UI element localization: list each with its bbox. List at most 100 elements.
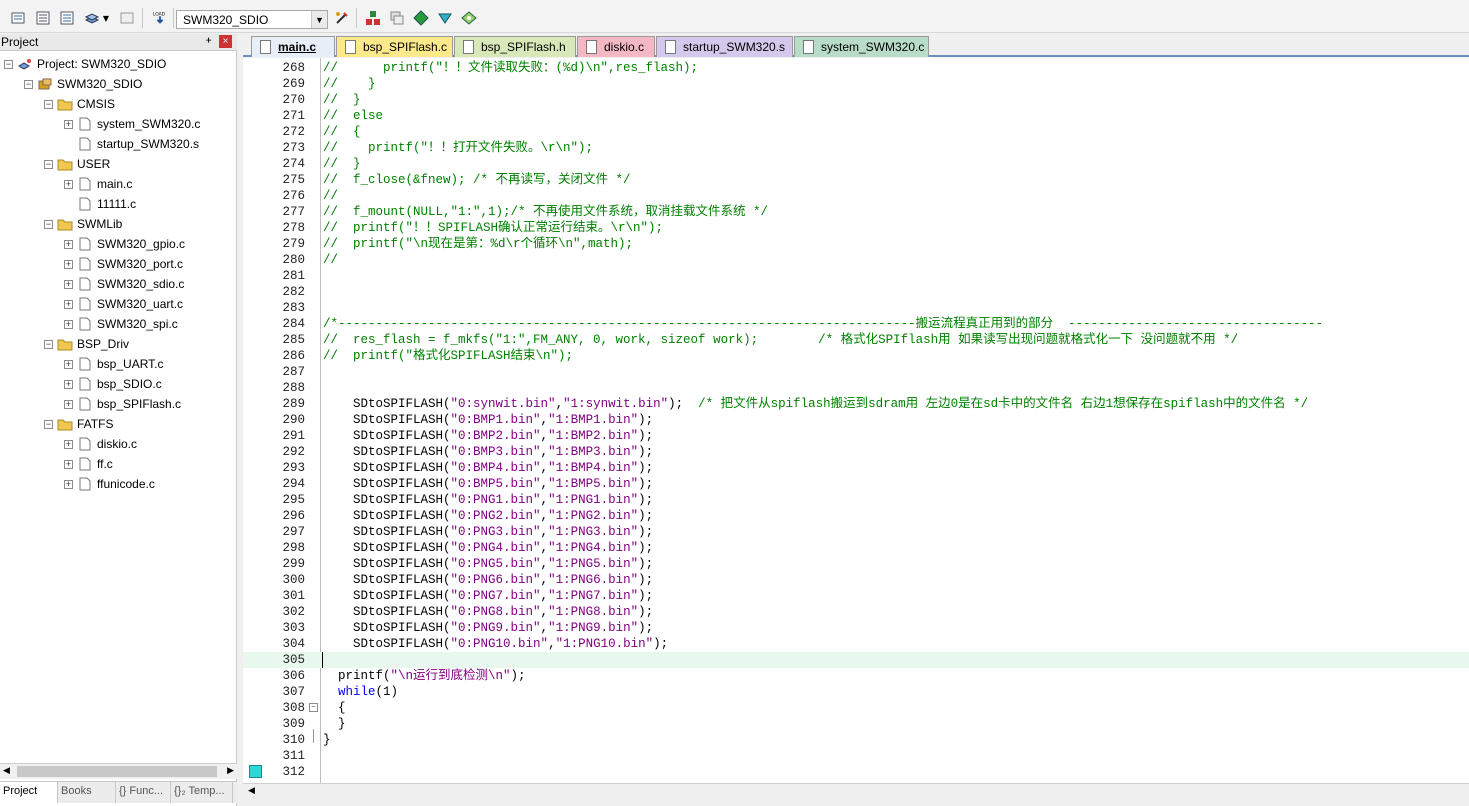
tree-item-file[interactable]: + bsp_SPIFlash.c: [64, 394, 181, 414]
code-line[interactable]: 281: [243, 268, 1469, 284]
expand-icon[interactable]: +: [64, 379, 73, 389]
tree-item-file[interactable]: + bsp_UART.c: [64, 354, 163, 374]
tree-item-folder[interactable]: − SWMLib: [44, 214, 122, 234]
code-line[interactable]: 295 SDtoSPIFLASH("0:PNG1.bin","1:PNG1.bi…: [243, 492, 1469, 508]
fold-toggle-icon[interactable]: −: [309, 703, 318, 712]
code-line[interactable]: 271 // else: [243, 108, 1469, 124]
download-load-button[interactable]: LOAD: [150, 9, 170, 27]
scroll-left-icon[interactable]: ◀: [248, 786, 255, 796]
expand-icon[interactable]: +: [64, 259, 73, 269]
rebuild-icon[interactable]: [58, 9, 76, 27]
options-for-target-icon[interactable]: [333, 9, 351, 27]
file-tab[interactable]: bsp_SPIFlash.c: [336, 36, 453, 57]
code-line[interactable]: 287: [243, 364, 1469, 380]
code-line[interactable]: 291 SDtoSPIFLASH("0:BMP2.bin","1:BMP2.bi…: [243, 428, 1469, 444]
panel-tab[interactable]: {}₂ Temp...: [171, 782, 233, 803]
code-line[interactable]: 310}: [243, 732, 1469, 748]
close-icon[interactable]: ×: [219, 35, 232, 48]
translate-icon[interactable]: [9, 9, 27, 27]
code-line[interactable]: 301 SDtoSPIFLASH("0:PNG7.bin","1:PNG7.bi…: [243, 588, 1469, 604]
tree-item-file[interactable]: + system_SWM320.c: [64, 114, 200, 134]
code-line[interactable]: 278 // printf("！！SPIFLASH确认正常运行结束。\r\n");: [243, 220, 1469, 236]
manage-components-icon[interactable]: [364, 9, 382, 27]
file-tab[interactable]: main.c: [251, 36, 335, 57]
file-extensions-icon[interactable]: [388, 9, 406, 27]
tree-item-file[interactable]: + SWM320_port.c: [64, 254, 183, 274]
code-line[interactable]: 288: [243, 380, 1469, 396]
code-line[interactable]: 294 SDtoSPIFLASH("0:BMP5.bin","1:BMP5.bi…: [243, 476, 1469, 492]
code-line[interactable]: 305: [243, 652, 1469, 668]
tree-item-target[interactable]: − SWM320_SDIO: [24, 74, 142, 94]
code-line[interactable]: 277 // f_mount(NULL,"1:",1);/* 不再使用文件系统，取…: [243, 204, 1469, 220]
collapse-icon[interactable]: −: [44, 419, 53, 429]
collapse-icon[interactable]: −: [44, 219, 53, 229]
code-line[interactable]: 300 SDtoSPIFLASH("0:PNG6.bin","1:PNG6.bi…: [243, 572, 1469, 588]
file-tab[interactable]: system_SWM320.c: [794, 36, 929, 57]
stop-build-icon[interactable]: [118, 9, 136, 27]
expand-icon[interactable]: +: [64, 439, 73, 449]
collapse-icon[interactable]: −: [44, 159, 53, 169]
panel-tab[interactable]: Books: [58, 782, 116, 803]
file-tab[interactable]: bsp_SPIFlash.h: [454, 36, 576, 57]
code-line[interactable]: 308− {: [243, 700, 1469, 716]
target-select[interactable]: SWM320_SDIO ▼: [176, 10, 328, 29]
scroll-right-icon[interactable]: ▶: [227, 766, 234, 776]
tree-item-file[interactable]: + bsp_SDIO.c: [64, 374, 162, 394]
expand-icon[interactable]: +: [64, 399, 73, 409]
tree-item-file[interactable]: + SWM320_gpio.c: [64, 234, 185, 254]
expand-icon[interactable]: +: [64, 299, 73, 309]
code-line[interactable]: 275 // f_close(&fnew); /* 不再读写，关闭文件 */: [243, 172, 1469, 188]
code-line[interactable]: 304 SDtoSPIFLASH("0:PNG10.bin","1:PNG10.…: [243, 636, 1469, 652]
tree-item-folder[interactable]: − FATFS: [44, 414, 113, 434]
code-line[interactable]: 290 SDtoSPIFLASH("0:BMP1.bin","1:BMP1.bi…: [243, 412, 1469, 428]
code-line[interactable]: 312: [243, 764, 1469, 780]
expand-icon[interactable]: +: [64, 119, 73, 129]
expand-icon[interactable]: +: [64, 479, 73, 489]
code-line[interactable]: 298 SDtoSPIFLASH("0:PNG4.bin","1:PNG4.bi…: [243, 540, 1469, 556]
expand-icon[interactable]: +: [64, 279, 73, 289]
code-line[interactable]: 299 SDtoSPIFLASH("0:PNG5.bin","1:PNG5.bi…: [243, 556, 1469, 572]
tree-item-file[interactable]: + SWM320_uart.c: [64, 294, 183, 314]
tree-item-folder[interactable]: − BSP_Driv: [44, 334, 129, 354]
tree-item-file[interactable]: + main.c: [64, 174, 132, 194]
code-line[interactable]: 270 // }: [243, 92, 1469, 108]
tree-item-folder[interactable]: − USER: [44, 154, 110, 174]
tree-item-file[interactable]: startup_SWM320.s: [64, 134, 199, 154]
code-line[interactable]: 279 // printf("\n现在是第：%d\r个循环\n",math);: [243, 236, 1469, 252]
code-line[interactable]: 269 // }: [243, 76, 1469, 92]
expand-icon[interactable]: +: [64, 319, 73, 329]
expand-icon[interactable]: +: [64, 359, 73, 369]
file-tab[interactable]: startup_SWM320.s: [656, 36, 793, 57]
code-line[interactable]: 296 SDtoSPIFLASH("0:PNG2.bin","1:PNG2.bi…: [243, 508, 1469, 524]
tree-item-file[interactable]: 11111.c: [64, 194, 136, 214]
code-line[interactable]: 285 // res_flash = f_mkfs("1:",FM_ANY, 0,…: [243, 332, 1469, 348]
tree-item-folder[interactable]: − CMSIS: [44, 94, 115, 114]
code-editor[interactable]: 268 // printf("！！文件读取失败：(%d)\n",res_flash…: [243, 58, 1469, 783]
pin-icon[interactable]: ᚐ: [206, 35, 211, 46]
tree-item-file[interactable]: + SWM320_spi.c: [64, 314, 178, 334]
code-line[interactable]: 276 //: [243, 188, 1469, 204]
batch-build-icon[interactable]: [83, 9, 101, 27]
expand-icon[interactable]: +: [64, 459, 73, 469]
collapse-icon[interactable]: −: [44, 99, 53, 109]
chevron-down-icon[interactable]: ▼: [311, 11, 327, 28]
tree-item-project[interactable]: − Project: SWM320_SDIO: [4, 54, 166, 74]
panel-tab[interactable]: Project: [0, 782, 58, 803]
code-line[interactable]: 283: [243, 300, 1469, 316]
expand-icon[interactable]: +: [64, 239, 73, 249]
tree-item-file[interactable]: + ff.c: [64, 454, 113, 474]
select-packs-icon[interactable]: [412, 9, 430, 27]
scroll-thumb[interactable]: [17, 766, 217, 777]
build-icon[interactable]: [34, 9, 52, 27]
code-line[interactable]: 297 SDtoSPIFLASH("0:PNG3.bin","1:PNG3.bi…: [243, 524, 1469, 540]
code-line[interactable]: 274 // }: [243, 156, 1469, 172]
tree-item-file[interactable]: + SWM320_sdio.c: [64, 274, 184, 294]
code-line[interactable]: 302 SDtoSPIFLASH("0:PNG8.bin","1:PNG8.bi…: [243, 604, 1469, 620]
tree-item-file[interactable]: + diskio.c: [64, 434, 137, 454]
code-line[interactable]: 309 }: [243, 716, 1469, 732]
panel-tab[interactable]: {} Func...: [116, 782, 171, 803]
code-line[interactable]: 311: [243, 748, 1469, 764]
code-line[interactable]: 284 /*-----------------------------------…: [243, 316, 1469, 332]
code-line[interactable]: 306 printf("\n运行到底检测\n");: [243, 668, 1469, 684]
code-line[interactable]: 280 //: [243, 252, 1469, 268]
